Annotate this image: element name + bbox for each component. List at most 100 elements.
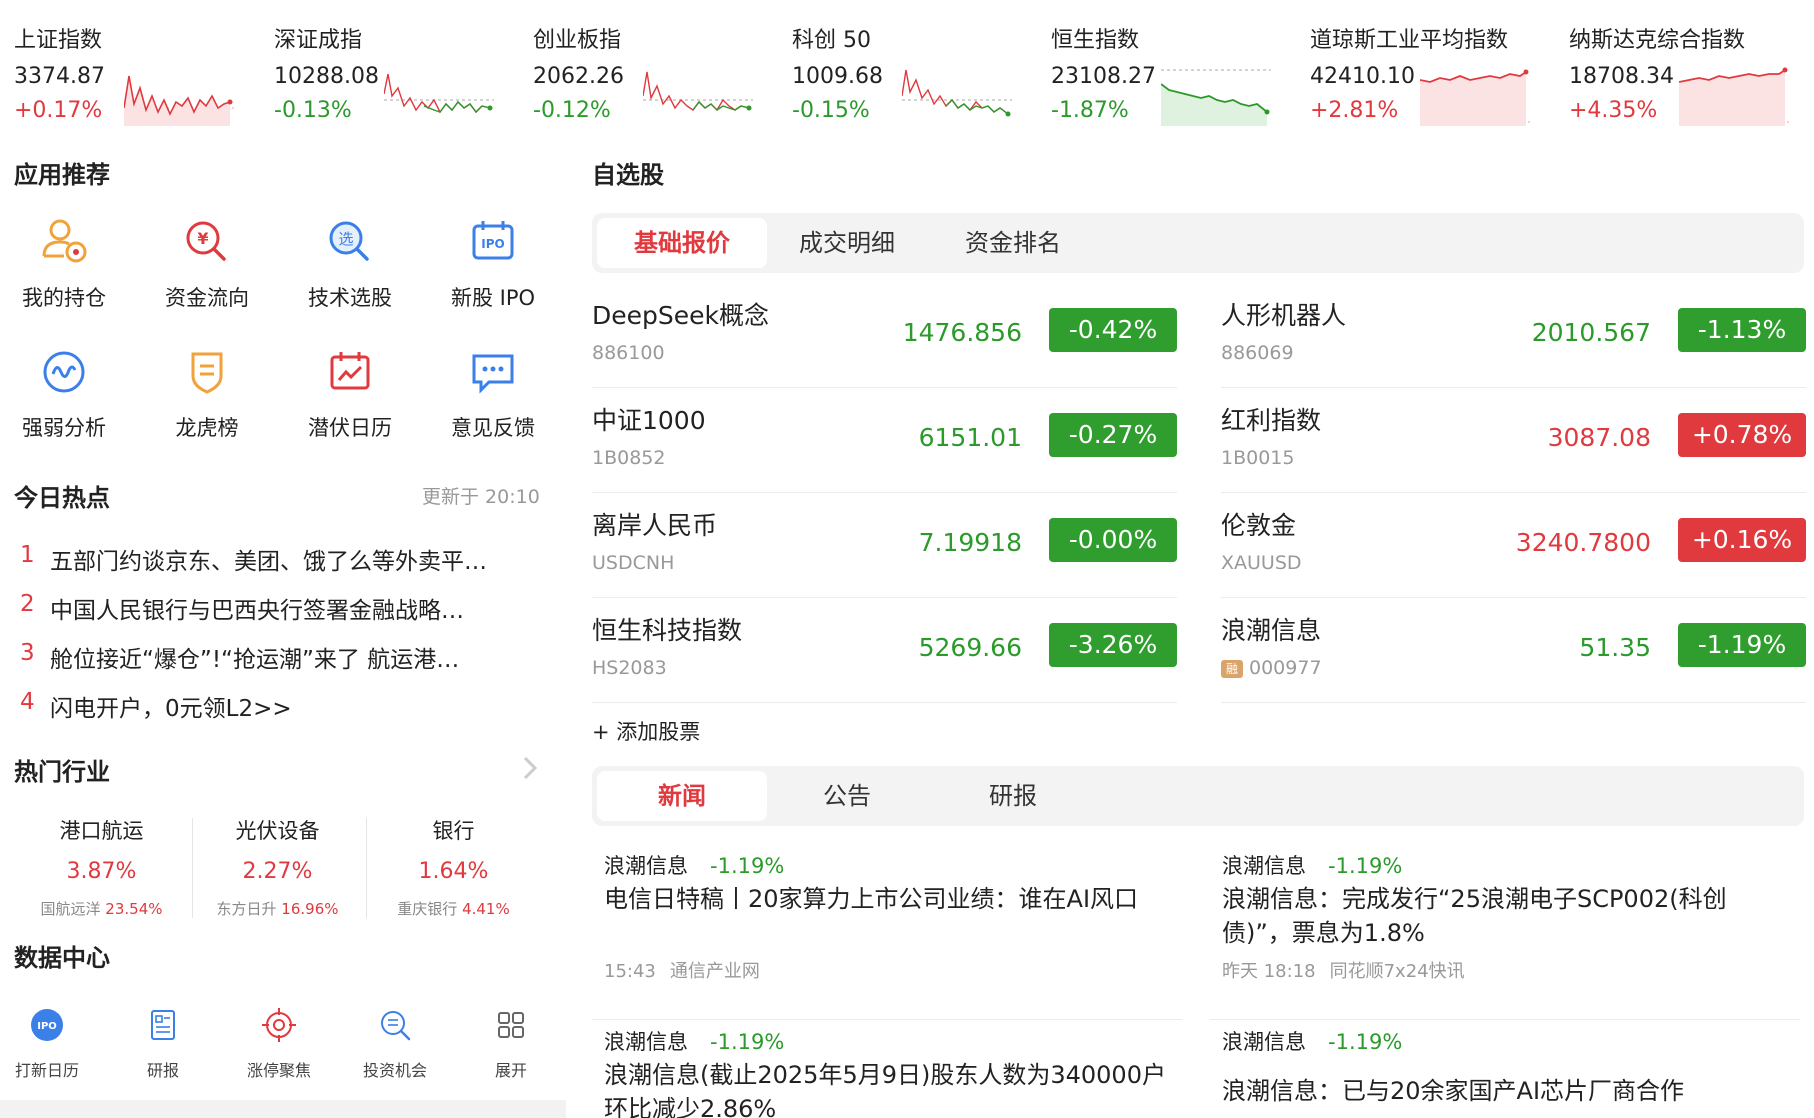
tab-capital-rank[interactable]: 资金排名	[928, 218, 1098, 268]
index-card-nasdaq[interactable]: 纳斯达克综合指数 18708.34 +4.35%	[1569, 22, 1814, 126]
app-capital-flow[interactable]: ¥ 资金流向	[142, 212, 272, 322]
index-sparkline	[1679, 67, 1789, 126]
stock-row-csi1000[interactable]: 中证1000 1B0852 6151.01 -0.27%	[592, 389, 1177, 493]
index-card-dow[interactable]: 道琼斯工业平均指数 42410.10 +2.81%	[1310, 22, 1560, 126]
app-hidden-calendar[interactable]: 潜伏日历	[285, 342, 415, 452]
industry-section-title: 热门行业	[14, 758, 110, 786]
yuan-search-icon: ¥	[186, 221, 226, 261]
tab-announcement[interactable]: 公告	[762, 771, 932, 821]
wave-analysis-icon	[43, 351, 85, 393]
index-card-star50[interactable]: 科创 50 1009.68 -0.15%	[792, 22, 1042, 123]
hot-item-1[interactable]: 1 五部门约谈京东、美团、饿了么等外卖平…	[20, 542, 550, 582]
stock-row-dividend[interactable]: 红利指数 1B0015 3087.08 +0.78%	[1221, 389, 1806, 493]
app-label: 新股 IPO	[450, 286, 536, 310]
industry-item-pv[interactable]: 光伏设备 2.27% 东方日升 16.96%	[190, 815, 365, 925]
industry-item-port[interactable]: 港口航运 3.87% 国航远洋 23.54%	[14, 815, 189, 925]
watchlist-section-title: 自选股	[592, 161, 664, 189]
industry-name: 银行	[432, 819, 475, 843]
app-my-holdings[interactable]: 我的持仓	[0, 212, 129, 322]
news-title: 电信日特稿丨20家算力上市公司业绩：谁在AI风口	[604, 885, 1139, 913]
app-label: 潜伏日历	[308, 416, 392, 440]
stock-code: 1B0015	[1221, 447, 1295, 469]
industry-leader: 重庆银行 4.41%	[397, 900, 510, 918]
stock-row-hstech[interactable]: 恒生科技指数 HS2083 5269.66 -3.26%	[592, 599, 1177, 703]
tab-news[interactable]: 新闻	[597, 771, 767, 821]
news-item[interactable]: 浪潮信息 -1.19% 浪潮信息：完成发行“25浪潮电子SCP002(科创债)”，…	[1210, 850, 1800, 1020]
index-sparkline	[384, 73, 494, 114]
stock-change-badge: -1.19%	[1678, 623, 1806, 667]
report-icon	[151, 1010, 175, 1040]
index-name: 科创 50	[792, 28, 871, 53]
index-card-chinext[interactable]: 创业板指 2062.26 -0.12%	[533, 22, 783, 123]
add-stock-button[interactable]: + 添加股票	[592, 716, 700, 746]
hot-item-3[interactable]: 3 舱位接近“爆仓”!“抢运潮”来了 航运港…	[20, 640, 550, 680]
stock-name: 离岸人民币	[592, 511, 718, 540]
search-opportunity-icon	[381, 1011, 411, 1041]
stock-change-badge: +0.78%	[1678, 413, 1806, 457]
app-tech-picker[interactable]: 选 技术选股	[285, 212, 415, 322]
index-change: +2.81%	[1310, 98, 1399, 123]
stock-price: 6151.01	[918, 423, 1022, 452]
stock-row-deepseek[interactable]: DeepSeek概念 886100 1476.856 -0.42%	[592, 284, 1177, 388]
tab-basic-quote[interactable]: 基础报价	[597, 218, 767, 268]
stock-price: 3087.08	[1547, 423, 1651, 452]
news-meta: 昨天 18:18 同花顺7x24快讯	[1222, 961, 1465, 982]
stock-code: XAUUSD	[1221, 552, 1302, 574]
stock-price: 1476.856	[902, 318, 1022, 347]
hot-item-2[interactable]: 2 中国人民银行与巴西央行签署金融战略…	[20, 591, 550, 631]
grid-expand-icon	[498, 1012, 524, 1038]
industry-item-bank[interactable]: 银行 1.64% 重庆银行 4.41%	[366, 815, 541, 925]
dc-opportunity[interactable]: 投资机会	[340, 1005, 450, 1095]
svg-text:选: 选	[338, 230, 353, 248]
app-label: 技术选股	[308, 286, 392, 310]
dc-ipo-calendar[interactable]: IPO 打新日历	[0, 1005, 102, 1095]
news-item[interactable]: 浪潮信息 -1.19% 浪潮信息：已与20余家国产AI芯片厂商合作	[1210, 1026, 1800, 1118]
apps-section-title: 应用推荐	[14, 161, 110, 189]
index-sparkline	[1420, 69, 1530, 126]
index-sparkline	[1161, 69, 1271, 126]
news-tabbar: 新闻 公告 研报	[592, 766, 1804, 826]
dc-label: 展开	[494, 1061, 527, 1080]
app-label: 龙虎榜	[175, 416, 239, 440]
hot-item-4[interactable]: 4 闪电开户，0元领L2>>	[20, 689, 550, 729]
dc-research[interactable]: 研报	[108, 1005, 218, 1095]
index-value: 23108.27	[1051, 64, 1156, 89]
chevron-right-icon[interactable]	[520, 752, 540, 784]
index-card-hsi[interactable]: 恒生指数 23108.27 -1.87%	[1051, 22, 1301, 126]
shield-badge-icon	[191, 352, 223, 394]
app-strength-analysis[interactable]: 强弱分析	[0, 342, 129, 452]
hot-text: 闪电开户，0元领L2>>	[50, 696, 292, 722]
index-card-sse[interactable]: 上证指数 3374.87 +0.17%	[14, 22, 264, 126]
index-name: 创业板指	[533, 28, 622, 53]
app-feedback[interactable]: 意见反馈	[428, 342, 558, 452]
stock-row-humanoid[interactable]: 人形机器人 886069 2010.567 -1.13%	[1221, 284, 1806, 388]
hot-text: 舱位接近“爆仓”!“抢运潮”来了 航运港…	[50, 647, 460, 673]
news-stock-tag: 浪潮信息 -1.19%	[604, 854, 785, 878]
stock-name: 恒生科技指数	[592, 616, 743, 645]
news-item[interactable]: 浪潮信息 -1.19% 浪潮信息(截止2025年5月9日)股东人数为340000户…	[592, 1026, 1182, 1118]
tab-research[interactable]: 研报	[928, 771, 1098, 821]
feedback-chat-icon	[472, 354, 514, 394]
index-card-szse[interactable]: 深证成指 10288.08 -0.13%	[274, 22, 524, 123]
app-label: 我的持仓	[22, 286, 106, 310]
app-dragon-tiger[interactable]: 龙虎榜	[142, 342, 272, 452]
dc-limit-up[interactable]: 涨停聚焦	[224, 1005, 334, 1095]
app-new-ipo[interactable]: IPO 新股 IPO	[428, 212, 558, 322]
news-item[interactable]: 浪潮信息 -1.19% 电信日特稿丨20家算力上市公司业绩：谁在AI风口 15:4…	[592, 850, 1182, 1020]
industry-pct: 2.27%	[242, 859, 313, 884]
stock-change-badge: +0.16%	[1678, 518, 1806, 562]
margin-badge: 融	[1221, 660, 1243, 678]
stock-row-inspur[interactable]: 浪潮信息 融 000977 51.35 -1.19%	[1221, 599, 1806, 703]
stock-row-cnh[interactable]: 离岸人民币 USDCNH 7.19918 -0.00%	[592, 494, 1177, 598]
index-change: -1.87%	[1051, 98, 1129, 123]
target-icon	[262, 1008, 296, 1042]
dc-expand[interactable]: 展开	[456, 1005, 566, 1095]
index-sparkline	[643, 71, 753, 112]
stock-row-gold[interactable]: 伦敦金 XAUUSD 3240.7800 +0.16%	[1221, 494, 1806, 598]
tab-trade-detail[interactable]: 成交明细	[762, 218, 932, 268]
svg-text:IPO: IPO	[37, 1021, 57, 1032]
watchlist-tabbar: 基础报价 成交明细 资金排名	[592, 213, 1804, 273]
stock-code: 886100	[592, 342, 665, 364]
data-center-section-title: 数据中心	[14, 944, 110, 972]
index-name: 恒生指数	[1051, 28, 1140, 53]
